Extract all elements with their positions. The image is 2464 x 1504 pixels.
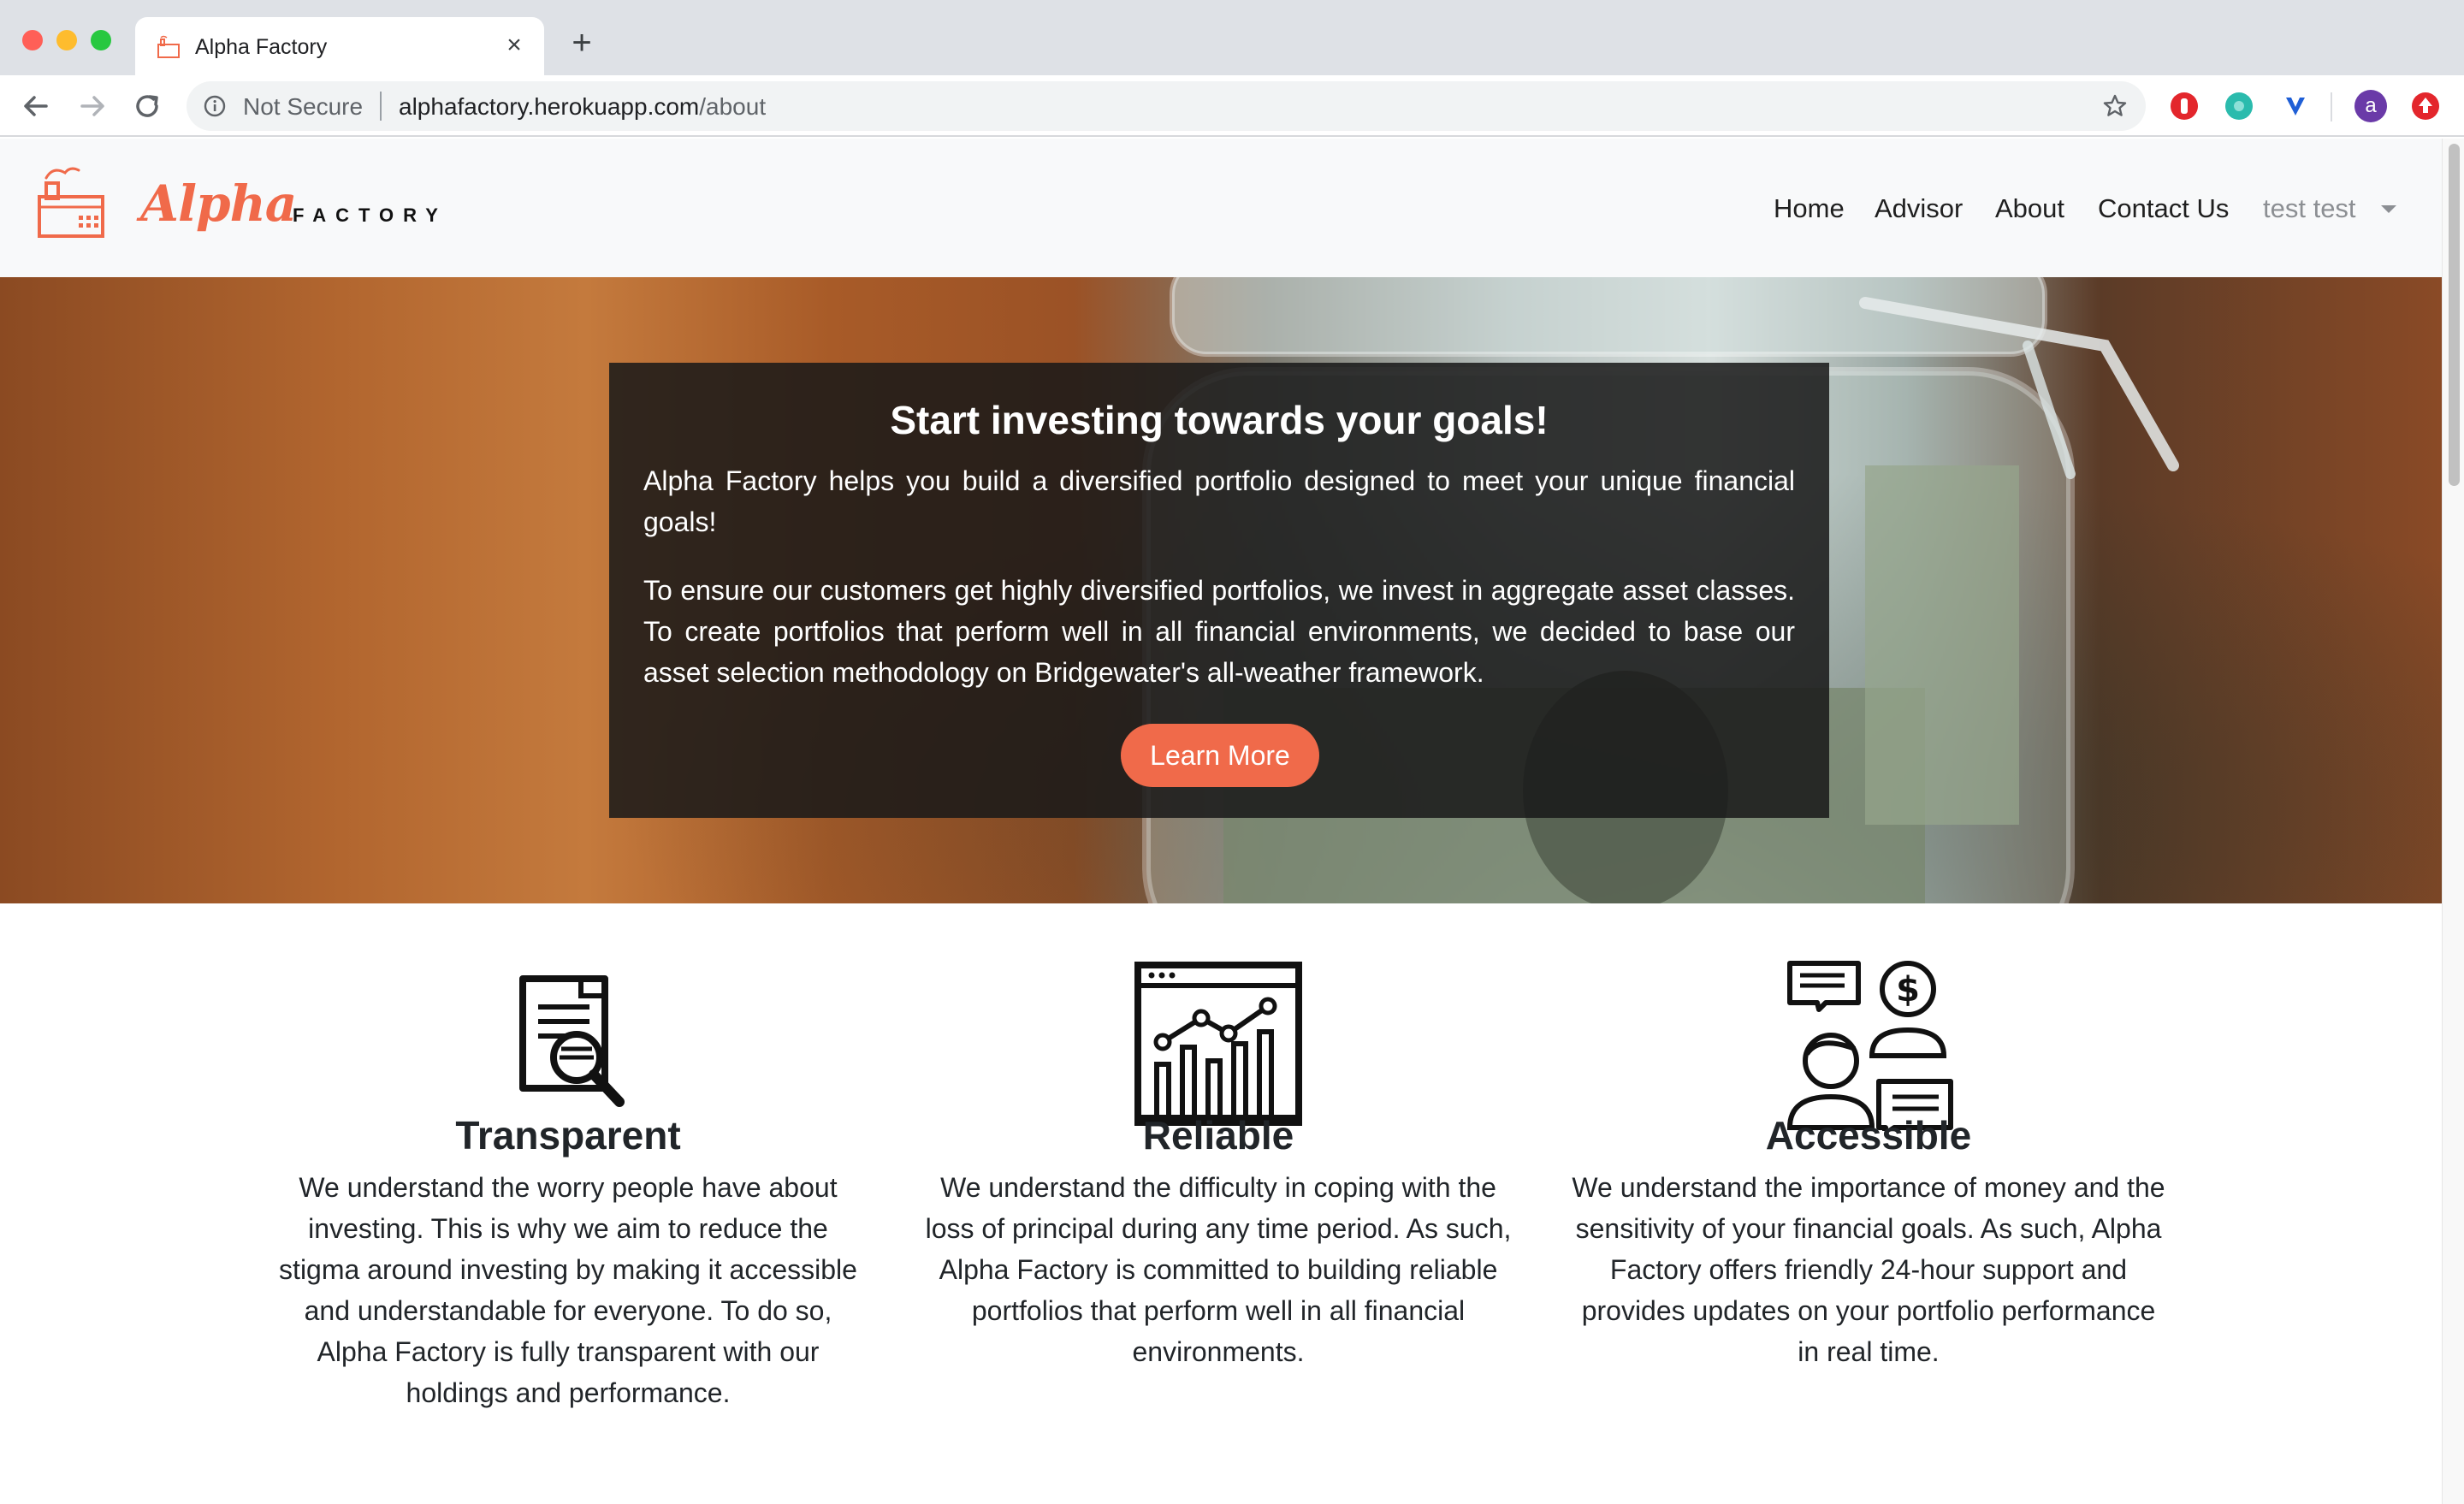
window-close-button[interactable] xyxy=(22,30,43,50)
tab-title: Alpha Factory xyxy=(195,35,328,59)
browser-toolbar: Not Secure alphafactory.herokuapp.com/ab… xyxy=(0,75,2464,137)
url-host: alphafactory.herokuapp.com xyxy=(399,93,700,120)
caret-down-icon[interactable] xyxy=(2381,205,2396,213)
info-icon[interactable] xyxy=(204,95,226,117)
bookmark-star-icon[interactable] xyxy=(2101,92,2129,120)
hero-intro-text: Alpha Factory helps you build a diversif… xyxy=(643,465,1795,537)
toolbar-divider xyxy=(2331,92,2332,121)
feature-description: We understand the worry people have abou… xyxy=(279,1172,857,1408)
tab-close-icon[interactable]: × xyxy=(500,31,529,60)
nav-link-contact-us[interactable]: Contact Us xyxy=(2098,193,2229,224)
back-arrow-icon[interactable] xyxy=(19,89,53,123)
brand-wordmark-alpha[interactable]: Alpha xyxy=(140,175,297,233)
document-search-icon xyxy=(519,975,625,1107)
nav-link-about[interactable]: About xyxy=(1995,193,2064,224)
upload-extension-icon[interactable] xyxy=(2409,90,2442,122)
feature-title: Reliable xyxy=(1142,1113,1294,1158)
feature-title: Accessible xyxy=(1765,1113,1972,1158)
address-bar[interactable]: Not Secure alphafactory.herokuapp.com/ab… xyxy=(187,81,2146,131)
browser-tab-strip: Alpha Factory × + xyxy=(0,0,2464,75)
window-maximize-button[interactable] xyxy=(91,30,111,50)
url-text[interactable]: alphafactory.herokuapp.com/about xyxy=(399,93,766,121)
nav-link-advisor[interactable]: Advisor xyxy=(1875,193,1963,224)
new-tab-button[interactable]: + xyxy=(565,26,599,60)
scrollbar-thumb[interactable] xyxy=(2449,144,2460,486)
url-divider xyxy=(380,92,382,121)
teal-extension-icon[interactable] xyxy=(2223,90,2255,122)
profile-avatar[interactable]: a xyxy=(2354,90,2387,122)
factory-logo-icon[interactable] xyxy=(34,163,108,241)
svg-text:$: $ xyxy=(1896,970,1920,1010)
hero-detail-text: To ensure our customers get highly diver… xyxy=(643,575,1795,688)
page-viewport: Alpha FACTORY Home Advisor About Contact… xyxy=(0,139,2442,1504)
factory-favicon-icon xyxy=(157,35,180,58)
customer-support-icon: $ xyxy=(1786,961,1953,1131)
security-label[interactable]: Not Secure xyxy=(243,93,363,121)
forward-arrow-icon[interactable] xyxy=(75,89,110,123)
feature-description: We understand the difficulty in coping w… xyxy=(925,1172,1512,1367)
hero-title: Start investing towards your goals! xyxy=(890,398,1549,442)
reload-icon[interactable] xyxy=(130,89,164,123)
site-navbar: Alpha FACTORY Home Advisor About Contact… xyxy=(0,139,2442,277)
window-minimize-button[interactable] xyxy=(56,30,77,50)
v-extension-icon[interactable] xyxy=(2279,90,2312,122)
nav-link-home[interactable]: Home xyxy=(1774,193,1845,224)
page-scrollbar[interactable] xyxy=(2442,139,2464,1504)
feature-title: Transparent xyxy=(455,1113,681,1158)
learn-more-button[interactable]: Learn More xyxy=(1121,724,1319,787)
user-menu-dropdown[interactable]: test test xyxy=(2263,193,2356,224)
growth-chart-icon xyxy=(1134,962,1302,1126)
adblock-extension-icon[interactable] xyxy=(2168,90,2200,122)
browser-tab[interactable]: Alpha Factory × xyxy=(135,17,544,75)
hero-banner: Start investing towards your goals! Alph… xyxy=(0,277,2442,903)
hero-text-card: Start investing towards your goals! Alph… xyxy=(609,363,1829,818)
brand-wordmark-factory[interactable]: FACTORY xyxy=(293,204,447,227)
url-path: /about xyxy=(699,93,767,120)
feature-description: We understand the importance of money an… xyxy=(1572,1172,2165,1367)
